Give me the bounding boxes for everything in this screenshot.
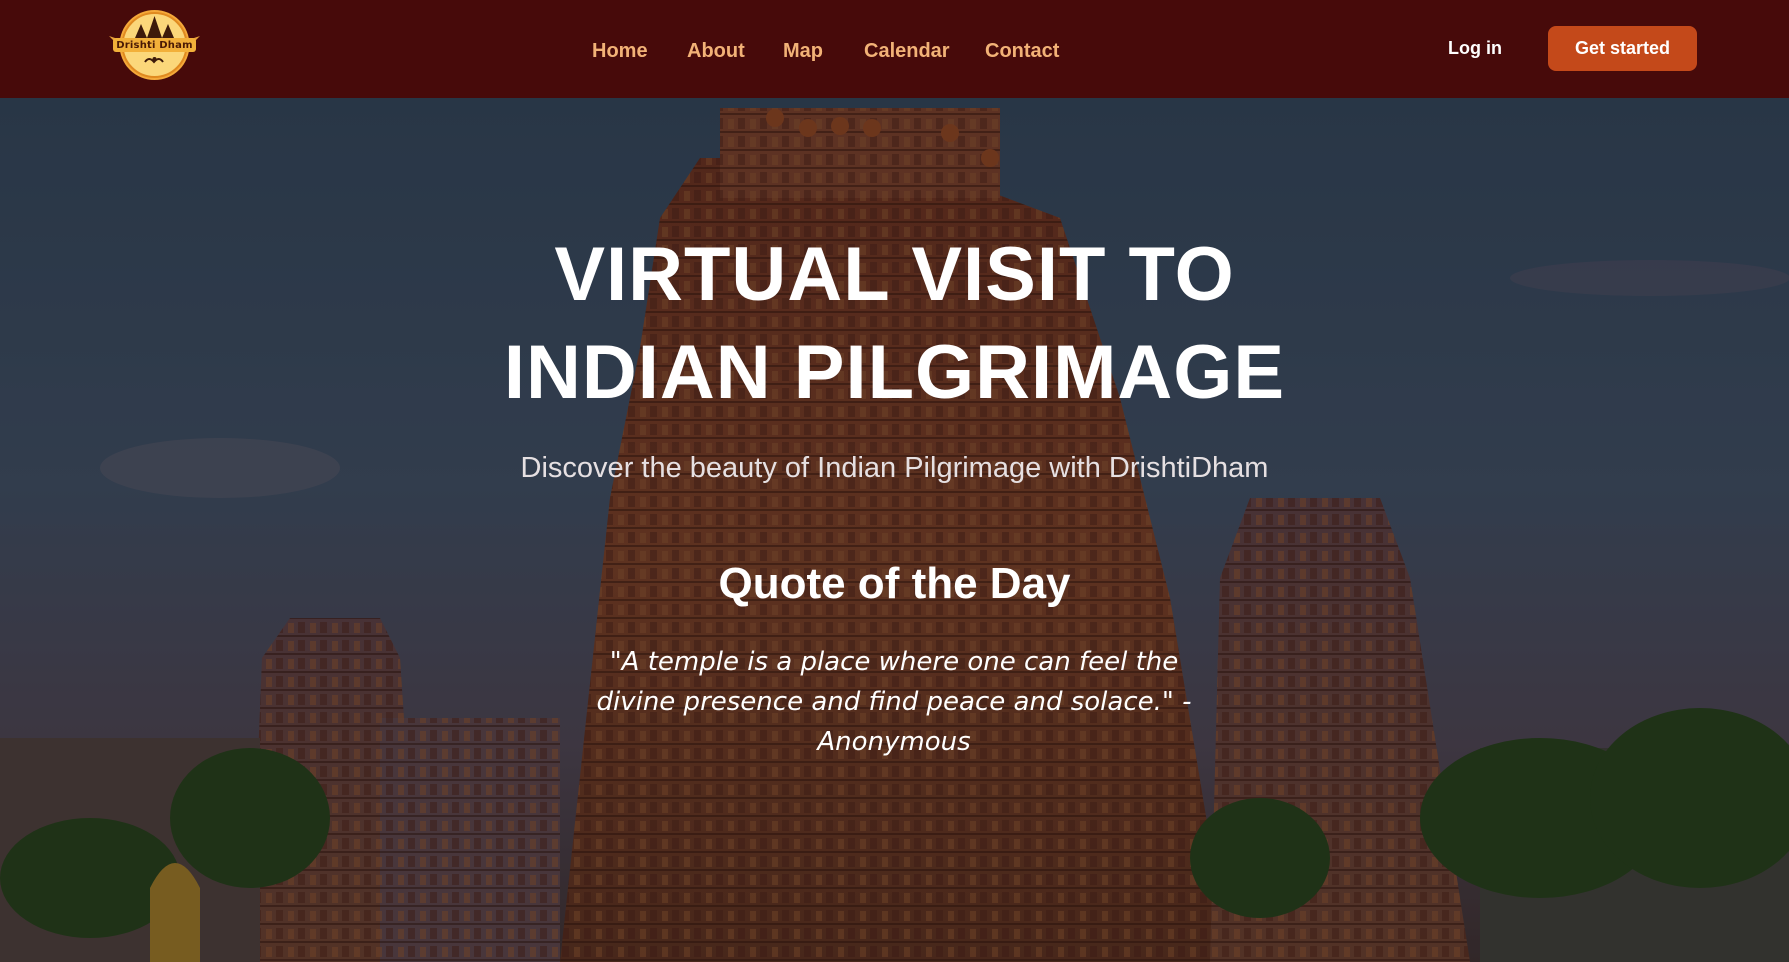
hero-headline: VIRTUAL VISIT TO INDIAN PILGRIMAGE xyxy=(0,226,1789,422)
headline-line-1: VIRTUAL VISIT TO xyxy=(554,232,1235,317)
hero-section: VIRTUAL VISIT TO INDIAN PILGRIMAGE Disco… xyxy=(0,98,1789,962)
drishti-dham-logo[interactable]: Drishti Dham xyxy=(107,4,202,82)
hero-content: VIRTUAL VISIT TO INDIAN PILGRIMAGE Disco… xyxy=(0,98,1789,962)
headline-line-2: INDIAN PILGRIMAGE xyxy=(503,330,1286,415)
get-started-button[interactable]: Get started xyxy=(1548,26,1697,71)
top-navbar: Drishti Dham Home About Map Calendar Con… xyxy=(0,0,1789,98)
nav-contact[interactable]: Contact xyxy=(985,40,1059,63)
hero-subtitle: Discover the beauty of Indian Pilgrimage… xyxy=(520,452,1269,484)
logo-text: Drishti Dham xyxy=(116,40,193,51)
nav-home[interactable]: Home xyxy=(592,40,648,63)
nav-map[interactable]: Map xyxy=(783,40,823,63)
nav-calendar[interactable]: Calendar xyxy=(864,40,950,63)
login-link[interactable]: Log in xyxy=(1448,38,1502,59)
nav-about[interactable]: About xyxy=(687,40,745,63)
quote-text: "A temple is a place where one can feel … xyxy=(596,647,1192,757)
quote-of-the-day-title: Quote of the Day xyxy=(718,559,1071,608)
